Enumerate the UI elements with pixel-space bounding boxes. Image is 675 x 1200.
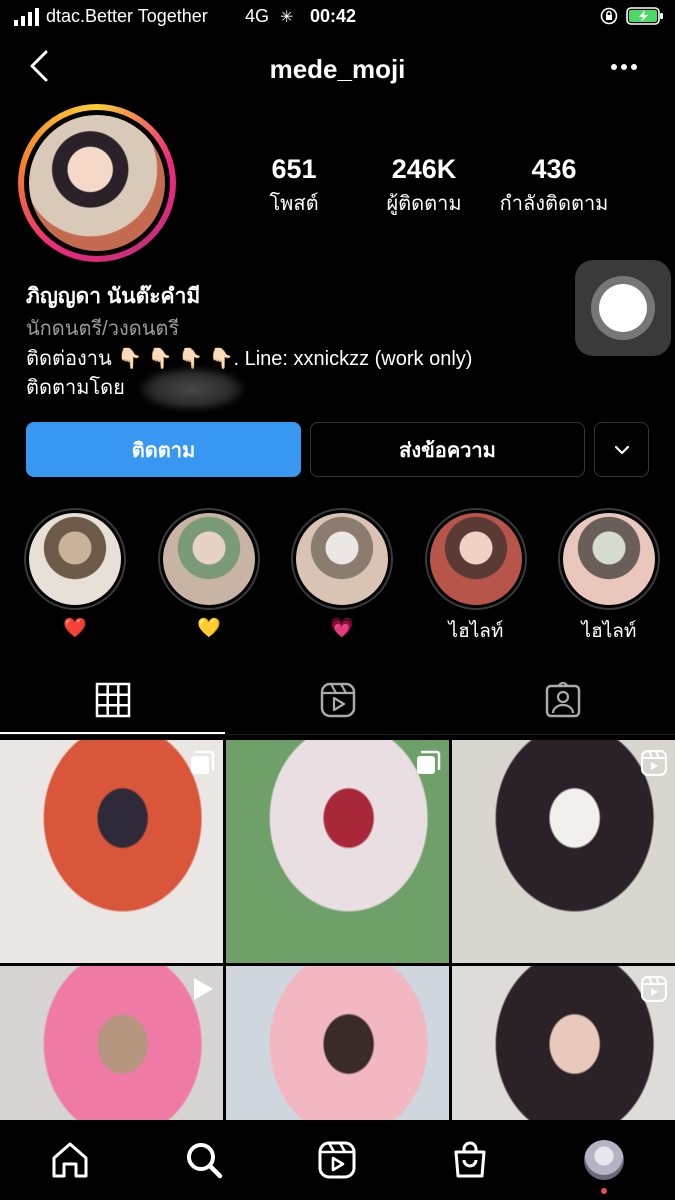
highlight-item[interactable]: ไฮไลท์ bbox=[424, 508, 528, 642]
following-count-value: 436 bbox=[531, 154, 577, 184]
highlight-label: ❤️ bbox=[63, 618, 87, 639]
highlight-item[interactable]: 💛 bbox=[157, 508, 261, 642]
redacted-blur bbox=[140, 368, 244, 410]
multiple-photos-icon bbox=[417, 750, 441, 774]
more-options-icon[interactable] bbox=[606, 52, 642, 82]
profile-category: นักดนตรี/วงดนตรี bbox=[26, 318, 180, 340]
highlight-label: 💗 bbox=[330, 618, 354, 639]
highlight-cover bbox=[29, 513, 121, 605]
shop-icon[interactable] bbox=[450, 1140, 490, 1180]
followers-count-value: 246K bbox=[391, 154, 457, 184]
grid-icon[interactable] bbox=[95, 682, 131, 718]
profile-bio-text: ติดต่องาน 👇🏻 👇🏻 👇🏻 👇🏻. Line: xxnickzz (w… bbox=[26, 348, 473, 370]
highlight-cover bbox=[296, 513, 388, 605]
assistive-touch-button[interactable] bbox=[575, 260, 671, 356]
profile-full-name: ภิญญดา นันต๊ะคำมี bbox=[26, 285, 201, 308]
home-icon[interactable] bbox=[50, 1140, 90, 1180]
search-icon[interactable] bbox=[184, 1140, 224, 1180]
post-thumbnail[interactable] bbox=[226, 740, 449, 963]
tagged-icon[interactable] bbox=[545, 682, 581, 718]
followers-count-label: ผู้ติดตาม bbox=[386, 193, 462, 215]
posts-count[interactable]: 651 โพสต์ bbox=[224, 154, 364, 219]
rotation-lock-icon bbox=[600, 7, 618, 25]
following-count-label: กำลังติดตาม bbox=[499, 193, 609, 215]
profile-avatar-story-ring[interactable] bbox=[18, 104, 176, 262]
reels-icon[interactable] bbox=[320, 682, 356, 718]
message-button[interactable]: ส่งข้อความ bbox=[310, 422, 585, 477]
network-type: 4G bbox=[245, 6, 270, 26]
carrier-name: dtac.Better Together bbox=[46, 6, 208, 26]
multiple-photos-icon bbox=[191, 750, 215, 774]
activity-spinner-icon: ✳ bbox=[280, 9, 294, 26]
followers-count[interactable]: 246K ผู้ติดตาม bbox=[354, 154, 494, 219]
video-play-icon bbox=[194, 978, 213, 1000]
highlight-item[interactable]: 💗 bbox=[290, 508, 394, 642]
chevron-down-icon bbox=[614, 445, 629, 454]
reels-icon[interactable] bbox=[317, 1140, 357, 1180]
follow-button[interactable]: ติดตาม bbox=[26, 422, 301, 477]
highlight-label: ไฮไลท์ bbox=[448, 621, 504, 642]
highlight-cover bbox=[563, 513, 655, 605]
suggested-accounts-button[interactable] bbox=[594, 422, 649, 477]
reel-icon bbox=[641, 750, 667, 776]
following-count[interactable]: 436 กำลังติดตาม bbox=[484, 154, 624, 219]
highlight-label: 💛 bbox=[197, 618, 221, 639]
highlight-cover bbox=[430, 513, 522, 605]
posts-count-label: โพสต์ bbox=[269, 193, 319, 215]
profile-tab-avatar[interactable] bbox=[584, 1140, 624, 1180]
divider bbox=[0, 734, 675, 735]
highlight-label: ไฮไลท์ bbox=[581, 621, 637, 642]
highlight-item[interactable]: ไฮไลท์ bbox=[557, 508, 661, 642]
reel-icon bbox=[641, 976, 667, 1002]
followed-by-text[interactable]: ติดตามโดย bbox=[26, 371, 125, 403]
signal-icon bbox=[14, 8, 39, 26]
highlight-cover bbox=[163, 513, 255, 605]
posts-count-value: 651 bbox=[271, 154, 317, 184]
clock: 00:42 bbox=[310, 6, 357, 26]
battery-icon bbox=[626, 7, 663, 25]
post-thumbnail[interactable] bbox=[452, 740, 675, 963]
notification-dot bbox=[601, 1188, 607, 1194]
bottom-navigation bbox=[0, 1120, 675, 1200]
profile-username: mede_moji bbox=[269, 54, 406, 84]
post-thumbnail[interactable] bbox=[0, 740, 223, 963]
highlight-item[interactable]: ❤️ bbox=[23, 508, 127, 642]
status-bar: dtac.Better Together 4G ✳ 00:42 bbox=[0, 0, 675, 36]
profile-avatar bbox=[29, 115, 165, 251]
